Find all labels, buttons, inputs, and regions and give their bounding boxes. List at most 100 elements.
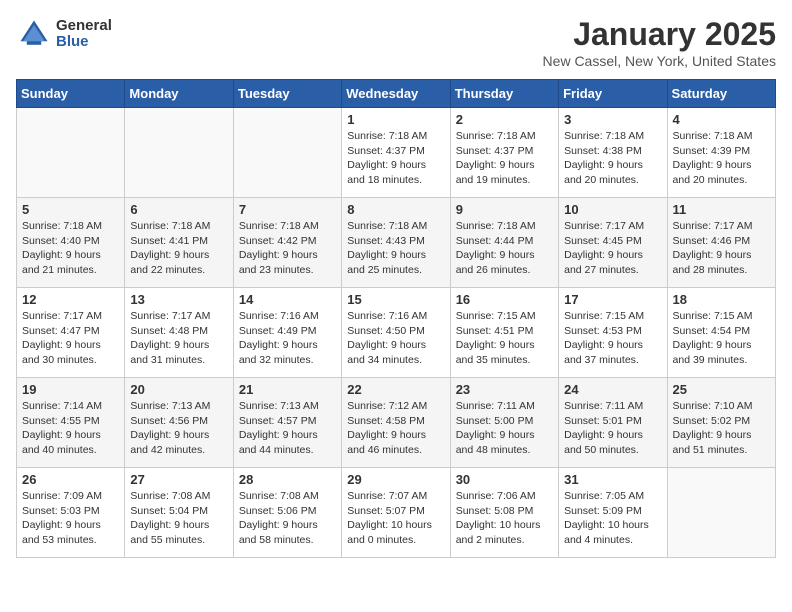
day-info: Sunrise: 7:15 AM Sunset: 4:53 PM Dayligh… (564, 309, 661, 368)
calendar-cell: 11Sunrise: 7:17 AM Sunset: 4:46 PM Dayli… (667, 198, 775, 288)
calendar-week-4: 19Sunrise: 7:14 AM Sunset: 4:55 PM Dayli… (17, 378, 776, 468)
day-number: 31 (564, 472, 661, 487)
calendar-cell: 23Sunrise: 7:11 AM Sunset: 5:00 PM Dayli… (450, 378, 558, 468)
day-info: Sunrise: 7:13 AM Sunset: 4:57 PM Dayligh… (239, 399, 336, 458)
day-number: 17 (564, 292, 661, 307)
day-header-monday: Monday (125, 80, 233, 108)
day-header-thursday: Thursday (450, 80, 558, 108)
day-info: Sunrise: 7:15 AM Sunset: 4:51 PM Dayligh… (456, 309, 553, 368)
calendar-cell (233, 108, 341, 198)
day-number: 5 (22, 202, 119, 217)
day-number: 15 (347, 292, 444, 307)
calendar-cell: 28 Sunrise: 7:08 AM Sunset: 5:06 PM Dayli… (233, 468, 341, 558)
day-number: 24 (564, 382, 661, 397)
day-info: Sunrise: 7:05 AM Sunset: 5:09 PM Dayligh… (564, 489, 661, 548)
day-number: 29 (347, 472, 444, 487)
calendar-cell: 19Sunrise: 7:14 AM Sunset: 4:55 PM Dayli… (17, 378, 125, 468)
day-number: 6 (130, 202, 227, 217)
day-info: Sunrise: 7:12 AM Sunset: 4:58 PM Dayligh… (347, 399, 444, 458)
calendar-week-5: 26 Sunrise: 7:09 AM Sunset: 5:03 PM Dayli… (17, 468, 776, 558)
logo-text: General Blue (56, 18, 112, 51)
calendar-cell: 8Sunrise: 7:18 AM Sunset: 4:43 PM Daylig… (342, 198, 450, 288)
calendar-week-3: 12 Sunrise: 7:17 AM Sunset: 4:47 PM Dayli… (17, 288, 776, 378)
calendar-cell: 13 Sunrise: 7:17 AM Sunset: 4:48 PM Dayli… (125, 288, 233, 378)
calendar-cell: 29 Sunrise: 7:07 AM Sunset: 5:07 PM Dayli… (342, 468, 450, 558)
page-header: General Blue January 2025 New Cassel, Ne… (16, 16, 776, 69)
calendar-cell: 27 Sunrise: 7:08 AM Sunset: 5:04 PM Dayli… (125, 468, 233, 558)
calendar-cell (667, 468, 775, 558)
calendar-cell: 9 Sunrise: 7:18 AM Sunset: 4:44 PM Daylig… (450, 198, 558, 288)
calendar-cell: 20 Sunrise: 7:13 AM Sunset: 4:56 PM Dayli… (125, 378, 233, 468)
calendar-cell: 31 Sunrise: 7:05 AM Sunset: 5:09 PM Dayli… (559, 468, 667, 558)
day-number: 12 (22, 292, 119, 307)
title-block: January 2025 New Cassel, New York, Unite… (543, 16, 776, 69)
month-title: January 2025 (543, 16, 776, 53)
calendar-cell: 14Sunrise: 7:16 AM Sunset: 4:49 PM Dayli… (233, 288, 341, 378)
day-info: Sunrise: 7:08 AM Sunset: 5:04 PM Dayligh… (130, 489, 227, 548)
day-info: Sunrise: 7:11 AM Sunset: 5:01 PM Dayligh… (564, 399, 661, 458)
day-number: 1 (347, 112, 444, 127)
day-number: 21 (239, 382, 336, 397)
calendar-cell: 26 Sunrise: 7:09 AM Sunset: 5:03 PM Dayli… (17, 468, 125, 558)
calendar-cell: 30Sunrise: 7:06 AM Sunset: 5:08 PM Dayli… (450, 468, 558, 558)
day-info: Sunrise: 7:17 AM Sunset: 4:45 PM Dayligh… (564, 219, 661, 278)
day-info: Sunrise: 7:13 AM Sunset: 4:56 PM Dayligh… (130, 399, 227, 458)
location: New Cassel, New York, United States (543, 53, 776, 69)
day-number: 4 (673, 112, 770, 127)
day-header-wednesday: Wednesday (342, 80, 450, 108)
day-number: 19 (22, 382, 119, 397)
logo-icon (16, 16, 52, 52)
calendar-cell: 3Sunrise: 7:18 AM Sunset: 4:38 PM Daylig… (559, 108, 667, 198)
calendar-week-1: 1 Sunrise: 7:18 AM Sunset: 4:37 PM Daylig… (17, 108, 776, 198)
day-number: 20 (130, 382, 227, 397)
day-header-tuesday: Tuesday (233, 80, 341, 108)
logo: General Blue (16, 16, 112, 52)
day-number: 28 (239, 472, 336, 487)
day-info: Sunrise: 7:11 AM Sunset: 5:00 PM Dayligh… (456, 399, 553, 458)
calendar-cell: 16 Sunrise: 7:15 AM Sunset: 4:51 PM Dayli… (450, 288, 558, 378)
calendar-cell: 7Sunrise: 7:18 AM Sunset: 4:42 PM Daylig… (233, 198, 341, 288)
calendar-cell: 1Sunrise: 7:18 AM Sunset: 4:37 PM Daylig… (342, 108, 450, 198)
day-info: Sunrise: 7:18 AM Sunset: 4:43 PM Dayligh… (347, 219, 444, 278)
day-number: 9 (456, 202, 553, 217)
day-number: 16 (456, 292, 553, 307)
day-info: Sunrise: 7:08 AM Sunset: 5:06 PM Dayligh… (239, 489, 336, 548)
day-number: 26 (22, 472, 119, 487)
day-info: Sunrise: 7:18 AM Sunset: 4:39 PM Dayligh… (673, 129, 770, 188)
day-info: Sunrise: 7:06 AM Sunset: 5:08 PM Dayligh… (456, 489, 553, 548)
day-header-friday: Friday (559, 80, 667, 108)
calendar-cell: 2 Sunrise: 7:18 AM Sunset: 4:37 PM Daylig… (450, 108, 558, 198)
day-header-sunday: Sunday (17, 80, 125, 108)
day-info: Sunrise: 7:17 AM Sunset: 4:48 PM Dayligh… (130, 309, 227, 368)
calendar-cell: 17 Sunrise: 7:15 AM Sunset: 4:53 PM Dayli… (559, 288, 667, 378)
day-number: 11 (673, 202, 770, 217)
day-number: 7 (239, 202, 336, 217)
day-info: Sunrise: 7:09 AM Sunset: 5:03 PM Dayligh… (22, 489, 119, 548)
calendar-cell (125, 108, 233, 198)
calendar-cell: 24 Sunrise: 7:11 AM Sunset: 5:01 PM Dayli… (559, 378, 667, 468)
day-number: 13 (130, 292, 227, 307)
calendar-cell: 18Sunrise: 7:15 AM Sunset: 4:54 PM Dayli… (667, 288, 775, 378)
day-number: 2 (456, 112, 553, 127)
day-info: Sunrise: 7:18 AM Sunset: 4:44 PM Dayligh… (456, 219, 553, 278)
calendar-cell: 6 Sunrise: 7:18 AM Sunset: 4:41 PM Daylig… (125, 198, 233, 288)
calendar-cell (17, 108, 125, 198)
day-header-saturday: Saturday (667, 80, 775, 108)
day-info: Sunrise: 7:18 AM Sunset: 4:41 PM Dayligh… (130, 219, 227, 278)
calendar-table: SundayMondayTuesdayWednesdayThursdayFrid… (16, 79, 776, 558)
calendar-cell: 12 Sunrise: 7:17 AM Sunset: 4:47 PM Dayli… (17, 288, 125, 378)
day-info: Sunrise: 7:18 AM Sunset: 4:40 PM Dayligh… (22, 219, 119, 278)
day-number: 25 (673, 382, 770, 397)
day-info: Sunrise: 7:07 AM Sunset: 5:07 PM Dayligh… (347, 489, 444, 548)
calendar-cell: 22Sunrise: 7:12 AM Sunset: 4:58 PM Dayli… (342, 378, 450, 468)
day-info: Sunrise: 7:18 AM Sunset: 4:37 PM Dayligh… (456, 129, 553, 188)
day-info: Sunrise: 7:10 AM Sunset: 5:02 PM Dayligh… (673, 399, 770, 458)
day-number: 27 (130, 472, 227, 487)
day-number: 10 (564, 202, 661, 217)
day-number: 18 (673, 292, 770, 307)
day-info: Sunrise: 7:16 AM Sunset: 4:50 PM Dayligh… (347, 309, 444, 368)
calendar-week-2: 5 Sunrise: 7:18 AM Sunset: 4:40 PM Daylig… (17, 198, 776, 288)
day-info: Sunrise: 7:17 AM Sunset: 4:47 PM Dayligh… (22, 309, 119, 368)
logo-general-text: General (56, 18, 112, 35)
day-number: 3 (564, 112, 661, 127)
